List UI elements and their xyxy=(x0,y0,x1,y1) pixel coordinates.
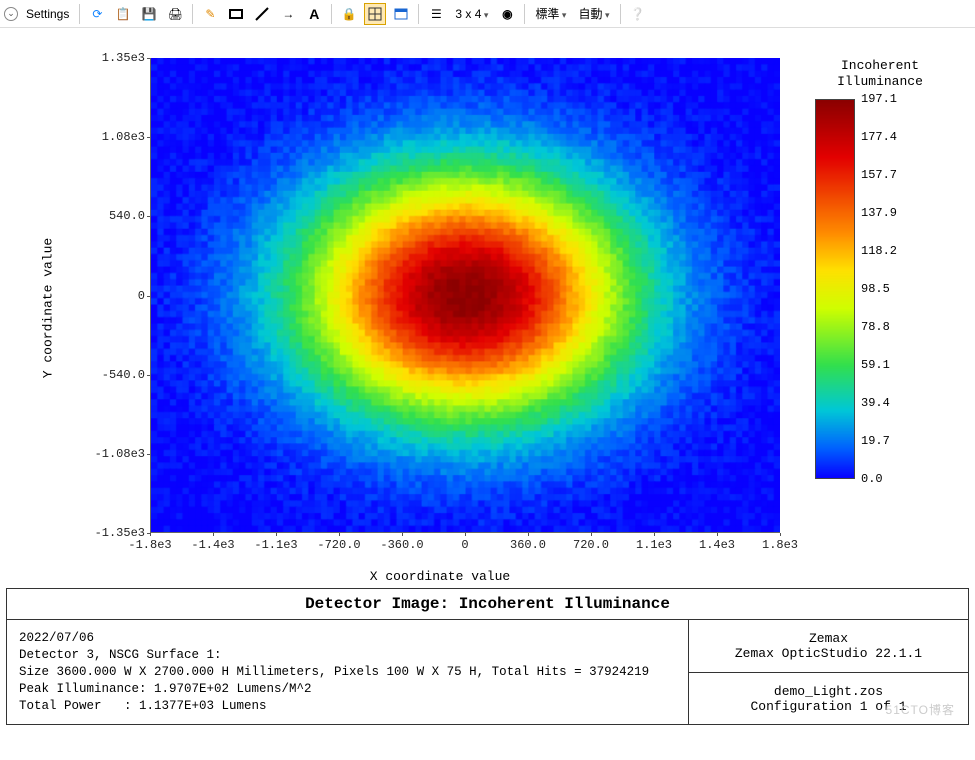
copy-icon[interactable]: 📋 xyxy=(112,3,134,25)
lock-icon[interactable]: 🔒 xyxy=(338,3,360,25)
print-icon[interactable]: 🖨 xyxy=(164,3,186,25)
legend-ticks: 197.1177.4157.7137.9118.298.578.859.139.… xyxy=(855,99,945,479)
expand-icon[interactable]: ⌄ xyxy=(4,7,18,21)
info-title: Detector Image: Incoherent Illuminance xyxy=(7,589,968,620)
y-axis-label: Y coordinate value xyxy=(41,238,56,378)
colorbar xyxy=(815,99,855,479)
chart-area: Y coordinate value X coordinate value 1.… xyxy=(0,28,975,588)
target-icon[interactable]: ◉ xyxy=(496,3,518,25)
refresh-icon[interactable]: ⟳ xyxy=(86,3,108,25)
window-icon[interactable] xyxy=(390,3,412,25)
settings-button[interactable]: Settings xyxy=(22,7,73,21)
separator xyxy=(620,4,621,24)
line-tool-icon[interactable] xyxy=(251,3,273,25)
mode2-dropdown[interactable]: 自動 xyxy=(574,5,613,22)
separator xyxy=(418,4,419,24)
help-icon[interactable]: ❔ xyxy=(627,3,649,25)
mode1-dropdown[interactable]: 標準 xyxy=(531,5,570,22)
toolbar: ⌄ Settings ⟳ 📋 💾 🖨 ✎ → A 🔒 ☰ 3 x 4 ◉ 標準 … xyxy=(0,0,975,28)
separator xyxy=(331,4,332,24)
separator xyxy=(192,4,193,24)
x-axis-label: X coordinate value xyxy=(370,569,510,584)
info-panel: Detector Image: Incoherent Illuminance 2… xyxy=(6,588,969,725)
heatmap-plot[interactable] xyxy=(150,58,780,533)
layers-icon[interactable]: ☰ xyxy=(425,3,447,25)
arrow-tool-icon[interactable]: → xyxy=(277,3,299,25)
grid-dropdown[interactable]: 3 x 4 xyxy=(451,7,492,21)
x-axis-ticks: -1.8e3-1.4e3-1.1e3-720.0-360.00360.0720.… xyxy=(150,538,780,554)
separator xyxy=(524,4,525,24)
text-tool-icon[interactable]: A xyxy=(303,3,325,25)
zoom-window-icon[interactable] xyxy=(364,3,386,25)
info-text: 2022/07/06 Detector 3, NSCG Surface 1: S… xyxy=(7,620,688,724)
separator xyxy=(79,4,80,24)
watermark: 51CTO博客 xyxy=(886,701,955,718)
y-axis-ticks: 1.35e31.08e3540.00-540.0-1.08e3-1.35e3 xyxy=(90,58,145,533)
legend-title: IncoherentIlluminance xyxy=(815,58,945,89)
rectangle-tool-icon[interactable] xyxy=(225,3,247,25)
save-icon[interactable]: 💾 xyxy=(138,3,160,25)
vendor-box: Zemax Zemax OpticStudio 22.1.1 xyxy=(689,620,968,673)
pencil-icon[interactable]: ✎ xyxy=(199,3,221,25)
colorbar-legend: IncoherentIlluminance 197.1177.4157.7137… xyxy=(815,58,945,479)
